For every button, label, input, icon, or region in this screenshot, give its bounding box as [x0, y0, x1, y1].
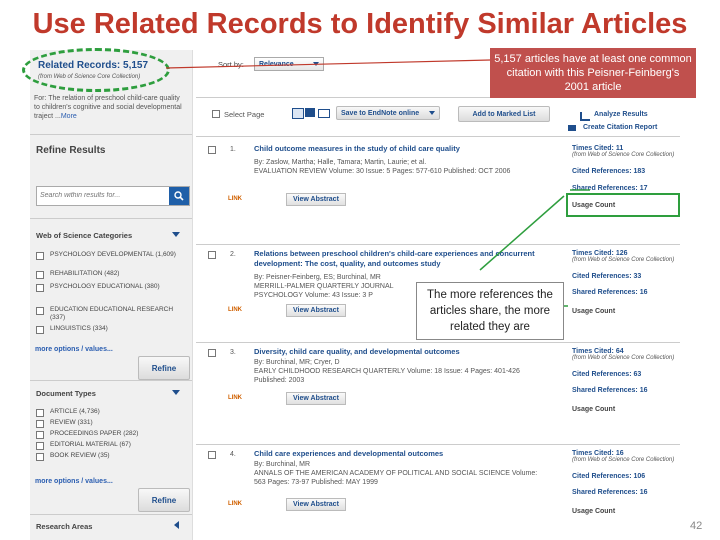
- shared-references-callout: The more references the articles share, …: [416, 282, 564, 340]
- callout-pointer-line: [479, 195, 565, 271]
- page-number: 42: [690, 520, 703, 532]
- related-records-callout: 5,157 articles have at least one common …: [490, 48, 696, 98]
- callout-pointer-line: [165, 59, 491, 69]
